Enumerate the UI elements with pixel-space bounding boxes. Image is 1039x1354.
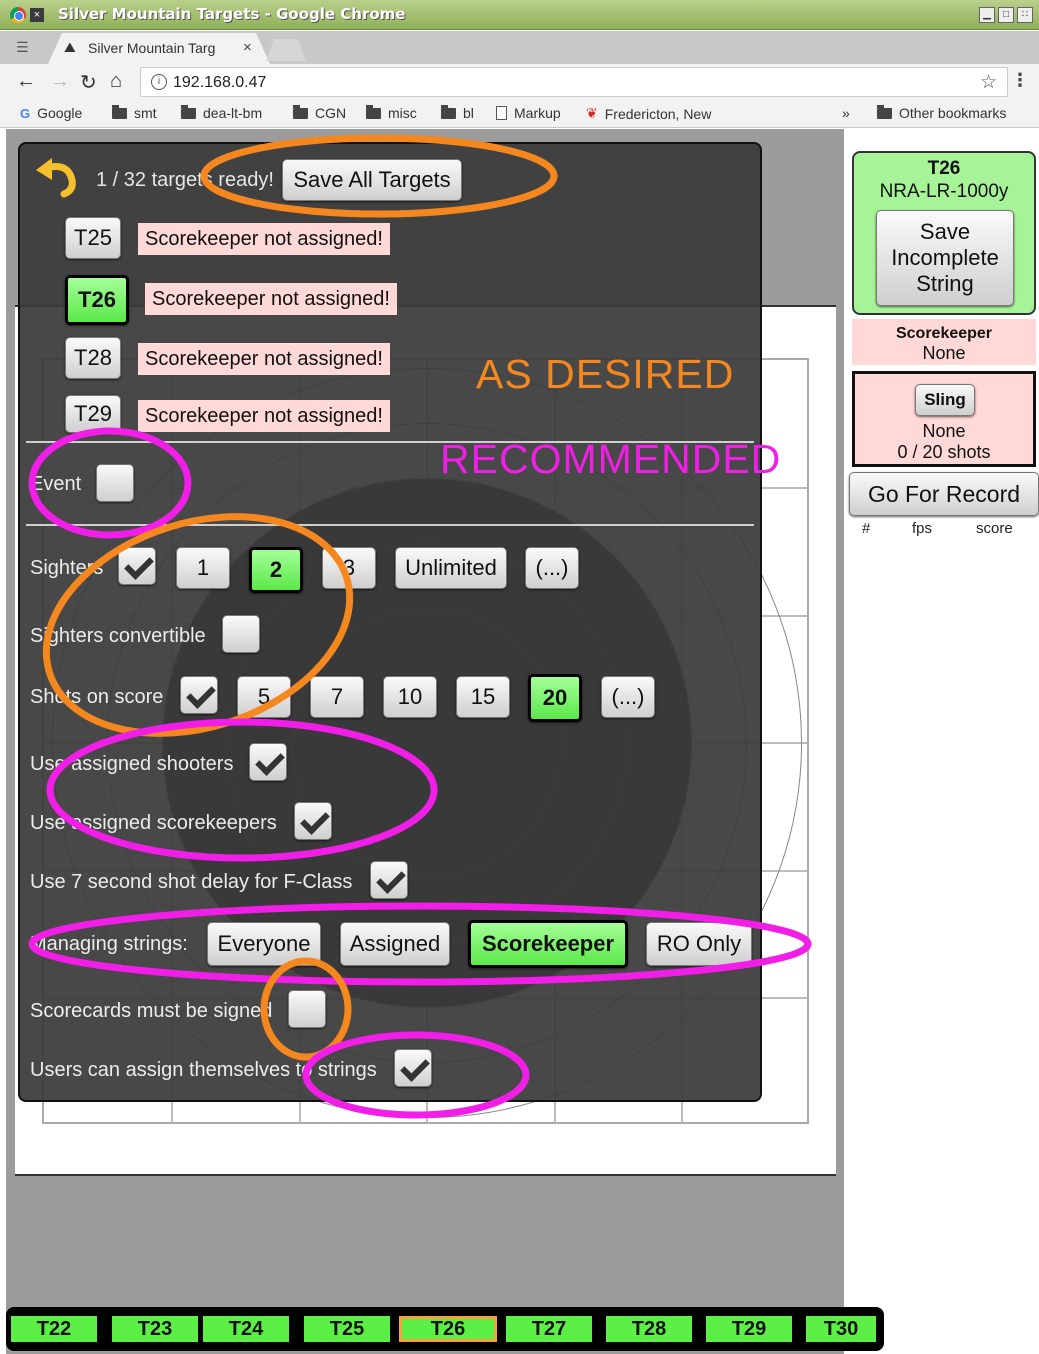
- target-tab-t22[interactable]: T22: [11, 1316, 97, 1342]
- current-target-card: T26 NRA-LR-1000y Save Incomplete String: [852, 151, 1036, 315]
- target-tab-t29[interactable]: T29: [706, 1316, 792, 1342]
- folder-icon: [441, 104, 456, 119]
- shots-count: 0 / 20 shots: [897, 442, 991, 462]
- page-icon: [496, 106, 507, 120]
- bookmark-google[interactable]: G Google: [20, 105, 82, 121]
- close-window-icon[interactable]: ×: [30, 8, 44, 22]
- target-tab-t27[interactable]: T27: [506, 1316, 592, 1342]
- target-tab-bar: T22 T23 T24 T25 T26 T27 T28 T29 T30: [6, 1307, 884, 1351]
- magenta-ellipse-managing: [28, 902, 812, 986]
- bookmark-misc[interactable]: misc: [366, 104, 417, 121]
- bookmark-star-icon[interactable]: ☆: [980, 71, 997, 94]
- scorekeeper-header: Scorekeeper: [895, 325, 993, 342]
- minimize-icon[interactable]: ▁: [979, 7, 995, 23]
- forward-icon[interactable]: →: [50, 70, 70, 93]
- target-tab-t24[interactable]: T24: [203, 1316, 289, 1342]
- window-titlebar: × Silver Mountain Targets - Google Chrom…: [0, 0, 1039, 30]
- bookmark-other[interactable]: Other bookmarks: [877, 104, 1006, 121]
- target-tab-t30[interactable]: T30: [806, 1316, 876, 1342]
- app-viewport: 1 / 32 targets ready! Save All Targets T…: [0, 129, 1039, 1354]
- maximize-icon[interactable]: □: [998, 7, 1014, 23]
- bookmarks-bar: G Google smt dea-lt-bm CGN misc bl Markup…: [0, 100, 1039, 128]
- current-target-id: T26: [927, 158, 961, 179]
- col-fps: fps: [912, 520, 933, 537]
- folder-icon: [112, 104, 127, 119]
- bookmark-cgn[interactable]: CGN: [293, 104, 346, 121]
- browser-toolbar: ← → ↻ ⌂ i 192.168.0.47 ☆ ⋮: [0, 64, 1039, 100]
- shooter-box: Sling None 0 / 20 shots: [852, 371, 1036, 467]
- bookmark-bl[interactable]: bl: [441, 104, 474, 121]
- target-tab-t23[interactable]: T23: [112, 1316, 198, 1342]
- menu-kebab-icon[interactable]: ⋮: [1011, 70, 1029, 91]
- target-tab-t28[interactable]: T28: [606, 1316, 692, 1342]
- back-icon[interactable]: ←: [16, 70, 36, 93]
- bookmark-markup[interactable]: Markup: [496, 105, 561, 121]
- home-icon[interactable]: ⌂: [110, 70, 122, 93]
- window-menu-icon[interactable]: ∷: [1017, 7, 1033, 23]
- tab-search-icon[interactable]: ☰: [16, 39, 34, 56]
- orange-ellipse-signed: [260, 957, 352, 1061]
- bookmark-fredericton[interactable]: ❦ Fredericton, New: [586, 105, 711, 122]
- close-tab-icon[interactable]: ×: [243, 39, 252, 56]
- bookmark-dea-lt-bm[interactable]: dea-lt-bm: [181, 104, 262, 121]
- magenta-ellipse-assigned: [46, 718, 438, 862]
- bookmarks-overflow[interactable]: »: [842, 105, 850, 121]
- address-bar[interactable]: i 192.168.0.47 ☆: [140, 67, 1008, 97]
- browser-tab[interactable]: ⛰ Silver Mountain Targ ×: [48, 33, 270, 64]
- reload-icon[interactable]: ↻: [80, 70, 97, 95]
- sling-button[interactable]: Sling: [915, 384, 975, 416]
- folder-icon: [181, 104, 196, 119]
- col-number: #: [862, 520, 871, 537]
- mountain-icon: ⛰: [64, 39, 76, 55]
- target-type: NRA-LR-1000y: [879, 181, 1009, 202]
- window-title: Silver Mountain Targets - Google Chrome: [58, 5, 406, 23]
- folder-icon: [877, 104, 892, 119]
- bookmark-smt[interactable]: smt: [112, 104, 157, 121]
- shooter-value: None: [922, 421, 966, 441]
- scorekeeper-box: Scorekeeper None: [852, 319, 1036, 365]
- chrome-logo-icon: [10, 7, 26, 23]
- new-tab-button[interactable]: [266, 39, 306, 61]
- magenta-ellipse-event: [28, 427, 192, 539]
- folder-icon: [293, 104, 308, 119]
- save-incomplete-string-button[interactable]: Save Incomplete String: [876, 210, 1014, 306]
- tab-title: Silver Mountain Targ: [88, 40, 216, 56]
- url-text: 192.168.0.47: [173, 74, 267, 91]
- target-tab-t26[interactable]: T26: [399, 1316, 497, 1342]
- google-icon: G: [20, 105, 31, 121]
- tab-strip: ☰ ⛰ Silver Mountain Targ ×: [0, 31, 1039, 64]
- orange-ellipse-save-all: [200, 134, 558, 218]
- col-score: score: [976, 520, 1013, 537]
- scorekeeper-value: None: [922, 343, 966, 363]
- go-for-record-button[interactable]: Go For Record: [849, 472, 1039, 516]
- maple-leaf-icon: ❦: [586, 105, 598, 121]
- magenta-ellipse-self-assign: [302, 1031, 530, 1119]
- info-icon[interactable]: i: [151, 74, 167, 90]
- folder-icon: [366, 104, 381, 119]
- target-tab-t25[interactable]: T25: [304, 1316, 390, 1342]
